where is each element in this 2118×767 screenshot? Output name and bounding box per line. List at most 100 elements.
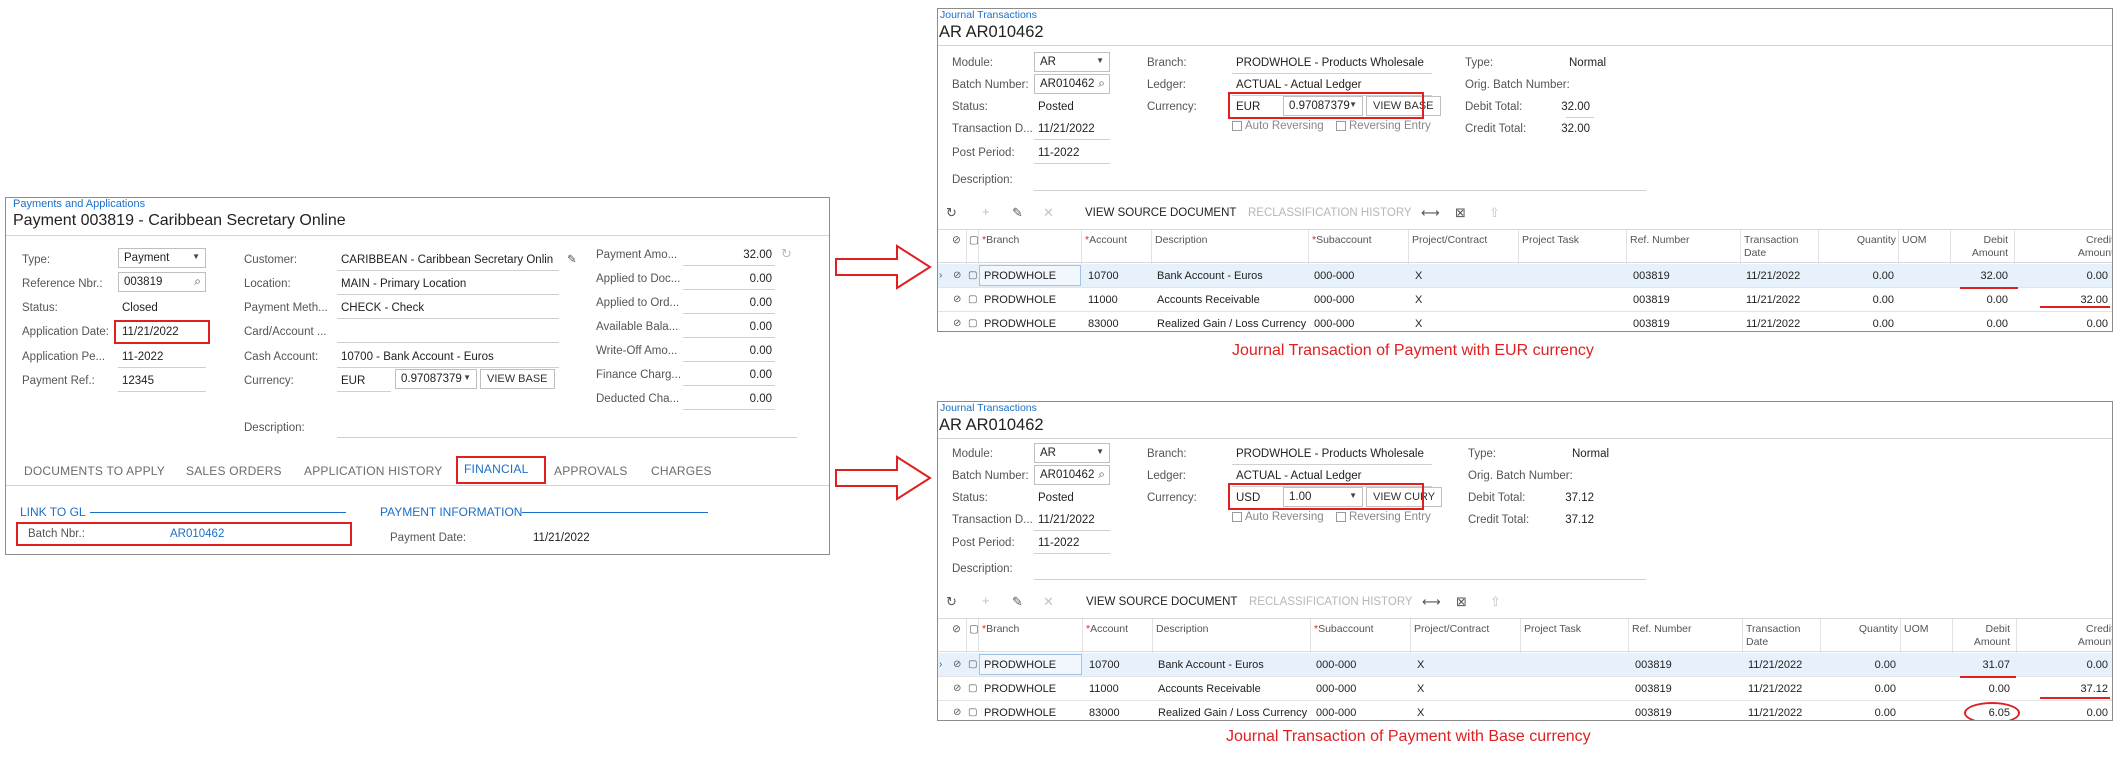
attachment-icon[interactable]: ⊘ bbox=[953, 683, 961, 694]
module-select[interactable]: AR ▼ bbox=[1034, 443, 1110, 463]
cell-debit[interactable]: 0.00 bbox=[1950, 683, 2010, 695]
col-credit-amount[interactable]: Credit Amount bbox=[2046, 234, 2112, 260]
pencil-icon[interactable]: ✎ bbox=[1012, 594, 1023, 610]
tab-charges[interactable]: CHARGES bbox=[651, 464, 712, 478]
view-source-document-button[interactable]: VIEW SOURCE DOCUMENT bbox=[1086, 596, 1237, 608]
cell-branch[interactable]: PRODWHOLE bbox=[979, 654, 1082, 675]
col-credit-amount[interactable]: Credit Amount bbox=[2046, 623, 2112, 649]
auto-reversing-checkbox[interactable] bbox=[1232, 512, 1242, 522]
cell-project[interactable]: X bbox=[1415, 270, 1422, 282]
cell-account[interactable]: 10700 bbox=[1089, 659, 1120, 671]
breadcrumb[interactable]: Journal Transactions bbox=[940, 402, 1037, 414]
cell-account[interactable]: 11000 bbox=[1089, 683, 1119, 695]
table-row[interactable]: ⊘ ▢ PRODWHOLE 83000 Realized Gain / Loss… bbox=[938, 701, 2112, 720]
attachment-icon[interactable]: ⊘ bbox=[953, 318, 961, 329]
customer-field[interactable] bbox=[337, 253, 559, 271]
rate-select[interactable]: 0.97087379 ▼ bbox=[395, 369, 477, 389]
cell-subaccount[interactable]: 000-000 bbox=[1316, 683, 1356, 695]
cell-credit[interactable]: 37.12 bbox=[2046, 683, 2108, 695]
post-period-field[interactable] bbox=[1034, 536, 1110, 554]
branch-field[interactable] bbox=[1232, 56, 1432, 74]
cell-project[interactable]: X bbox=[1415, 294, 1422, 306]
refresh-icon[interactable]: ↻ bbox=[781, 246, 792, 262]
cell-description[interactable]: Accounts Receivable bbox=[1158, 683, 1261, 695]
cell-transaction-date[interactable]: 11/21/2022 bbox=[1748, 707, 1802, 719]
cell-project[interactable]: X bbox=[1417, 683, 1424, 695]
add-icon[interactable]: + bbox=[982, 204, 990, 219]
col-uom[interactable]: UOM bbox=[1904, 623, 1929, 636]
col-project-task[interactable]: Project Task bbox=[1522, 234, 1579, 247]
table-row[interactable]: › ⊘ ▢ PRODWHOLE 10700 Bank Account - Eur… bbox=[938, 264, 2112, 288]
tab-application-history[interactable]: APPLICATION HISTORY bbox=[304, 464, 443, 478]
breadcrumb[interactable]: Journal Transactions bbox=[940, 9, 1037, 21]
col-debit-amount[interactable]: Debit Amount bbox=[1948, 234, 2008, 260]
cell-credit[interactable]: 0.00 bbox=[2046, 659, 2108, 671]
col-branch[interactable]: *Branch bbox=[982, 234, 1019, 247]
cell-branch[interactable]: PRODWHOLE bbox=[984, 318, 1056, 330]
cell-ref-number[interactable]: 003819 bbox=[1633, 270, 1670, 282]
reversing-entry-checkbox[interactable] bbox=[1336, 121, 1346, 131]
cell-quantity[interactable]: 0.00 bbox=[1844, 294, 1894, 306]
cell-quantity[interactable]: 0.00 bbox=[1846, 659, 1896, 671]
cell-credit[interactable]: 0.00 bbox=[2046, 270, 2108, 282]
attachment-icon[interactable]: ⊘ bbox=[953, 270, 961, 281]
reclassification-history-button[interactable]: RECLASSIFICATION HISTORY bbox=[1248, 207, 1412, 219]
cell-credit[interactable]: 0.00 bbox=[2046, 318, 2108, 330]
col-subaccount[interactable]: *Subaccount bbox=[1314, 623, 1374, 636]
col-debit-amount[interactable]: Debit Amount bbox=[1950, 623, 2010, 649]
pencil-icon[interactable]: ✎ bbox=[567, 252, 577, 266]
cell-subaccount[interactable]: 000-000 bbox=[1314, 294, 1354, 306]
col-transaction-date[interactable]: Transaction Date bbox=[1746, 623, 1800, 649]
note-icon[interactable]: ▢ bbox=[968, 318, 977, 329]
cell-account[interactable]: 11000 bbox=[1088, 294, 1118, 306]
cell-subaccount[interactable]: 000-000 bbox=[1316, 707, 1356, 719]
cell-branch[interactable]: PRODWHOLE bbox=[984, 707, 1056, 719]
cell-debit[interactable]: 31.07 bbox=[1950, 659, 2010, 671]
cell-quantity[interactable]: 0.00 bbox=[1844, 270, 1894, 282]
col-quantity[interactable]: Quantity bbox=[1846, 623, 1898, 636]
fit-columns-icon[interactable]: ⟷ bbox=[1421, 205, 1440, 221]
search-icon[interactable]: ⌕ bbox=[1098, 467, 1105, 482]
reclassification-history-button[interactable]: RECLASSIFICATION HISTORY bbox=[1249, 596, 1413, 608]
col-project-task[interactable]: Project Task bbox=[1524, 623, 1581, 636]
cell-ref-number[interactable]: 003819 bbox=[1635, 707, 1672, 719]
batch-number-input[interactable]: AR010462 ⌕ bbox=[1034, 74, 1110, 94]
col-project[interactable]: Project/Contract bbox=[1414, 623, 1489, 636]
cell-ref-number[interactable]: 003819 bbox=[1633, 318, 1670, 330]
reversing-entry-checkbox[interactable] bbox=[1336, 512, 1346, 522]
breadcrumb[interactable]: Payments and Applications bbox=[13, 198, 145, 210]
col-branch[interactable]: *Branch bbox=[982, 623, 1019, 636]
cell-account[interactable]: 83000 bbox=[1089, 707, 1120, 719]
cell-debit[interactable]: 0.00 bbox=[1948, 318, 2008, 330]
cell-transaction-date[interactable]: 11/21/2022 bbox=[1746, 294, 1800, 306]
cell-transaction-date[interactable]: 11/21/2022 bbox=[1748, 659, 1802, 671]
col-uom[interactable]: UOM bbox=[1902, 234, 1927, 247]
col-account[interactable]: *Account bbox=[1086, 623, 1128, 636]
pencil-icon[interactable]: ✎ bbox=[1012, 205, 1023, 221]
cell-description[interactable]: Realized Gain / Loss Currency bbox=[1157, 318, 1306, 330]
view-source-document-button[interactable]: VIEW SOURCE DOCUMENT bbox=[1085, 207, 1236, 219]
col-ref-number[interactable]: Ref. Number bbox=[1632, 623, 1692, 636]
table-row[interactable]: ⊘ ▢ PRODWHOLE 83000 Realized Gain / Loss… bbox=[938, 312, 2112, 331]
col-description[interactable]: Description bbox=[1156, 623, 1209, 636]
description-field[interactable] bbox=[337, 420, 797, 438]
module-select[interactable]: AR ▼ bbox=[1034, 52, 1110, 72]
excel-export-icon[interactable]: ⊠ bbox=[1455, 205, 1466, 221]
cell-description[interactable]: Realized Gain / Loss Currency bbox=[1158, 707, 1307, 719]
cell-project[interactable]: X bbox=[1417, 707, 1424, 719]
close-icon[interactable]: ✕ bbox=[1043, 594, 1054, 610]
cell-description[interactable]: Accounts Receivable bbox=[1157, 294, 1260, 306]
location-field[interactable] bbox=[337, 277, 559, 295]
cell-project[interactable]: X bbox=[1415, 318, 1422, 330]
cell-debit[interactable]: 32.00 bbox=[1948, 270, 2008, 282]
tab-sales-orders[interactable]: SALES ORDERS bbox=[186, 464, 282, 478]
note-icon[interactable]: ▢ bbox=[968, 659, 977, 670]
cell-transaction-date[interactable]: 11/21/2022 bbox=[1748, 683, 1802, 695]
transaction-date-field[interactable] bbox=[1034, 513, 1110, 531]
cell-ref-number[interactable]: 003819 bbox=[1633, 294, 1670, 306]
cell-quantity[interactable]: 0.00 bbox=[1846, 707, 1896, 719]
cell-ref-number[interactable]: 003819 bbox=[1635, 659, 1672, 671]
tab-documents-to-apply[interactable]: DOCUMENTS TO APPLY bbox=[24, 464, 165, 478]
table-row[interactable]: ⊘ ▢ PRODWHOLE 11000 Accounts Receivable … bbox=[938, 677, 2112, 701]
cell-transaction-date[interactable]: 11/21/2022 bbox=[1746, 270, 1800, 282]
